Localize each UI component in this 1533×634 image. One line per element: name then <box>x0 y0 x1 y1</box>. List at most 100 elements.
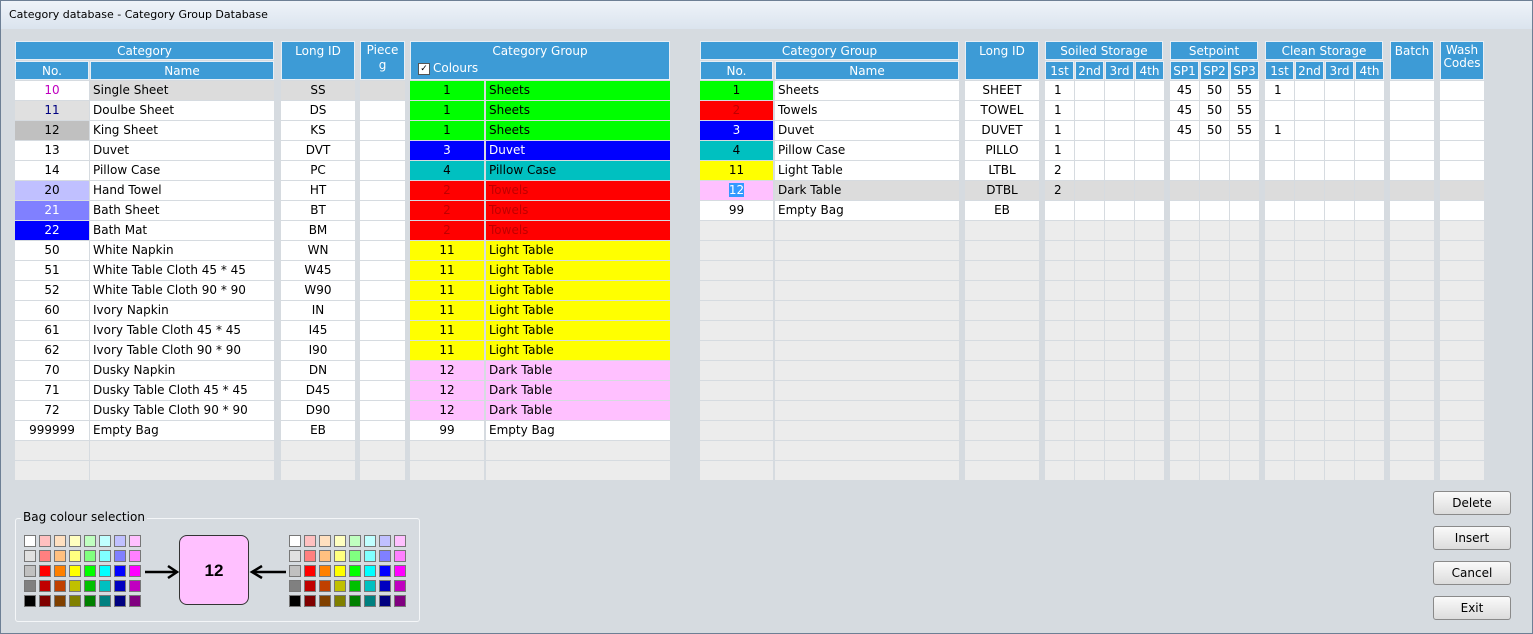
empty-cell[interactable] <box>1325 241 1354 260</box>
left-palette-swatch[interactable] <box>54 595 66 607</box>
empty-cell[interactable] <box>1075 321 1104 340</box>
empty-cell[interactable] <box>700 321 773 340</box>
empty-cell[interactable] <box>1230 321 1259 340</box>
setpoint-cell[interactable] <box>1200 181 1229 200</box>
empty-cell[interactable] <box>965 341 1039 360</box>
empty-cell[interactable] <box>1355 241 1384 260</box>
category-name-cell[interactable]: Ivory Napkin <box>90 301 274 320</box>
exit-button[interactable]: Exit <box>1433 596 1511 620</box>
batch-cell[interactable] <box>1390 161 1434 180</box>
right-palette-swatch[interactable] <box>334 580 346 592</box>
group-long-id-cell[interactable]: EB <box>965 201 1039 220</box>
right-palette-swatch[interactable] <box>349 535 361 547</box>
batch-cell[interactable] <box>1390 81 1434 100</box>
empty-cell[interactable] <box>965 241 1039 260</box>
group-name-cell[interactable]: Duvet <box>775 121 959 140</box>
right-palette-swatch[interactable] <box>364 565 376 577</box>
empty-cell[interactable] <box>1075 301 1104 320</box>
empty-cell[interactable] <box>1440 441 1484 460</box>
category-long-id-cell[interactable]: BM <box>281 221 355 240</box>
category-long-id-cell[interactable]: D45 <box>281 381 355 400</box>
category-group-no-cell[interactable]: 2 <box>410 181 484 200</box>
left-palette-swatch[interactable] <box>84 535 96 547</box>
clean-storage-cell[interactable] <box>1355 121 1384 140</box>
setpoint-cell[interactable] <box>1230 161 1259 180</box>
category-group-no-cell[interactable]: 1 <box>410 121 484 140</box>
wash-codes-cell[interactable] <box>1440 121 1484 140</box>
right-palette-swatch[interactable] <box>379 535 391 547</box>
right-palette-swatch[interactable] <box>349 565 361 577</box>
soiled-storage-cell[interactable] <box>1105 161 1134 180</box>
empty-cell[interactable] <box>1075 221 1104 240</box>
checkbox-icon[interactable]: ✓ <box>418 62 430 75</box>
group-long-id-cell[interactable]: SHEET <box>965 81 1039 100</box>
clean-storage-cell[interactable] <box>1355 101 1384 120</box>
group-name-cell[interactable]: Towels <box>775 101 959 120</box>
soiled-storage-cell[interactable]: 1 <box>1045 81 1074 100</box>
empty-cell[interactable] <box>1390 241 1434 260</box>
empty-cell[interactable] <box>1390 421 1434 440</box>
setpoint-cell[interactable] <box>1170 141 1199 160</box>
empty-cell[interactable] <box>281 461 355 480</box>
empty-cell[interactable] <box>1170 281 1199 300</box>
category-long-id-cell[interactable]: KS <box>281 121 355 140</box>
empty-cell[interactable] <box>1265 301 1294 320</box>
empty-cell[interactable] <box>1135 361 1164 380</box>
category-no-cell[interactable]: 50 <box>15 241 89 260</box>
category-name-cell[interactable]: Duvet <box>90 141 274 160</box>
group-long-id-cell[interactable]: DTBL <box>965 181 1039 200</box>
empty-cell[interactable] <box>775 221 959 240</box>
empty-cell[interactable] <box>1135 421 1164 440</box>
category-no-cell[interactable]: 71 <box>15 381 89 400</box>
category-group-no-cell[interactable]: 11 <box>410 301 484 320</box>
category-piece-cell[interactable] <box>360 181 405 200</box>
category-no-cell[interactable]: 10 <box>15 81 89 100</box>
empty-cell[interactable] <box>1200 381 1229 400</box>
category-no-cell[interactable]: 70 <box>15 361 89 380</box>
category-group-name-cell[interactable]: Towels <box>486 221 670 240</box>
category-group-no-cell[interactable]: 11 <box>410 341 484 360</box>
empty-cell[interactable] <box>1390 321 1434 340</box>
setpoint-cell[interactable] <box>1230 181 1259 200</box>
soiled-storage-cell[interactable]: 1 <box>1045 101 1074 120</box>
empty-cell[interactable] <box>1355 301 1384 320</box>
category-group-no-cell[interactable]: 2 <box>410 221 484 240</box>
empty-cell[interactable] <box>1390 281 1434 300</box>
empty-cell[interactable] <box>1135 281 1164 300</box>
empty-cell[interactable] <box>1105 461 1134 480</box>
group-no-cell[interactable]: 11 <box>700 161 773 180</box>
category-piece-cell[interactable] <box>360 81 405 100</box>
group-no-value[interactable]: 11 <box>729 163 744 177</box>
empty-cell[interactable] <box>1265 421 1294 440</box>
setpoint-cell[interactable]: 45 <box>1170 101 1199 120</box>
category-name-cell[interactable]: Doulbe Sheet <box>90 101 274 120</box>
empty-cell[interactable] <box>1440 361 1484 380</box>
empty-cell[interactable] <box>1200 221 1229 240</box>
soiled-storage-cell[interactable] <box>1135 101 1164 120</box>
empty-cell[interactable] <box>1265 281 1294 300</box>
setpoint-cell[interactable]: 45 <box>1170 81 1199 100</box>
soiled-storage-cell[interactable] <box>1105 201 1134 220</box>
empty-cell[interactable] <box>1230 261 1259 280</box>
empty-cell[interactable] <box>1325 301 1354 320</box>
empty-cell[interactable] <box>1295 341 1324 360</box>
empty-cell[interactable] <box>1045 221 1074 240</box>
right-palette-swatch[interactable] <box>394 565 406 577</box>
empty-cell[interactable] <box>1230 221 1259 240</box>
right-palette-swatch[interactable] <box>304 565 316 577</box>
empty-cell[interactable] <box>1440 401 1484 420</box>
soiled-storage-cell[interactable] <box>1075 181 1104 200</box>
setpoint-cell[interactable]: 55 <box>1230 121 1259 140</box>
clean-storage-cell[interactable] <box>1295 81 1324 100</box>
left-palette-swatch[interactable] <box>114 550 126 562</box>
empty-cell[interactable] <box>700 441 773 460</box>
clean-storage-cell[interactable] <box>1295 141 1324 160</box>
left-palette-swatch[interactable] <box>84 580 96 592</box>
right-palette-swatch[interactable] <box>379 580 391 592</box>
right-palette-swatch[interactable] <box>304 580 316 592</box>
empty-cell[interactable] <box>1075 281 1104 300</box>
empty-cell[interactable] <box>1045 421 1074 440</box>
clean-storage-cell[interactable] <box>1325 161 1354 180</box>
category-piece-cell[interactable] <box>360 221 405 240</box>
group-name-cell[interactable]: Light Table <box>775 161 959 180</box>
